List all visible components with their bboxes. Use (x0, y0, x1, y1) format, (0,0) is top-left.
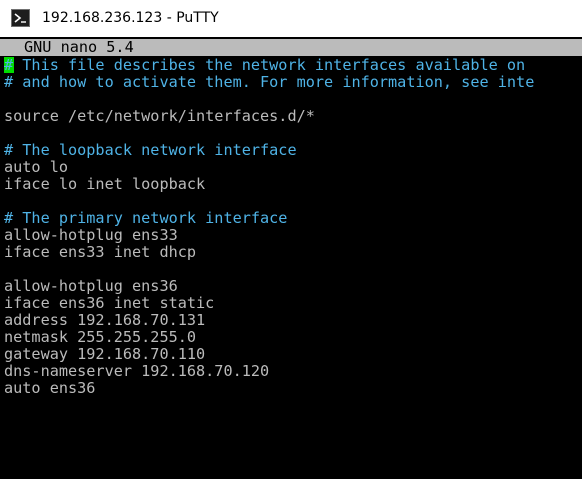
file-line[interactable]: auto ens36 (4, 380, 95, 397)
file-line[interactable]: auto lo (4, 159, 68, 176)
comment-line[interactable]: # The primary network interface (4, 210, 287, 227)
file-line[interactable]: source /etc/network/interfaces.d/* (4, 108, 315, 125)
file-line[interactable]: address 192.168.70.131 (4, 312, 205, 329)
title-bar[interactable]: 192.168.236.123 - PuTTY (0, 0, 582, 37)
comment-line[interactable]: # This file describes the network interf… (4, 57, 525, 74)
file-line[interactable]: allow-hotplug ens36 (4, 278, 178, 295)
putty-terminal-icon[interactable] (11, 9, 30, 27)
nano-header-bar: GNU nano 5.4 (0, 39, 582, 56)
comment-line[interactable]: # and how to activate them. For more inf… (4, 74, 534, 91)
file-line[interactable]: iface ens36 inet static (4, 295, 214, 312)
comment-line[interactable]: # The loopback network interface (4, 142, 297, 159)
file-line[interactable]: dns-nameserver 192.168.70.120 (4, 363, 269, 380)
putty-window: 192.168.236.123 - PuTTY GNU nano 5.4 # T… (0, 0, 582, 479)
terminal-area[interactable]: GNU nano 5.4 # This file describes the n… (0, 37, 582, 479)
file-line[interactable]: allow-hotplug ens33 (4, 227, 178, 244)
window-title: 192.168.236.123 - PuTTY (42, 10, 219, 26)
nano-version-label: GNU nano 5.4 (24, 38, 134, 56)
file-line[interactable]: iface ens33 inet dhcp (4, 244, 196, 261)
file-line[interactable]: iface lo inet loopback (4, 176, 205, 193)
file-line[interactable]: netmask 255.255.255.0 (4, 329, 196, 346)
file-line[interactable]: gateway 192.168.70.110 (4, 346, 205, 363)
